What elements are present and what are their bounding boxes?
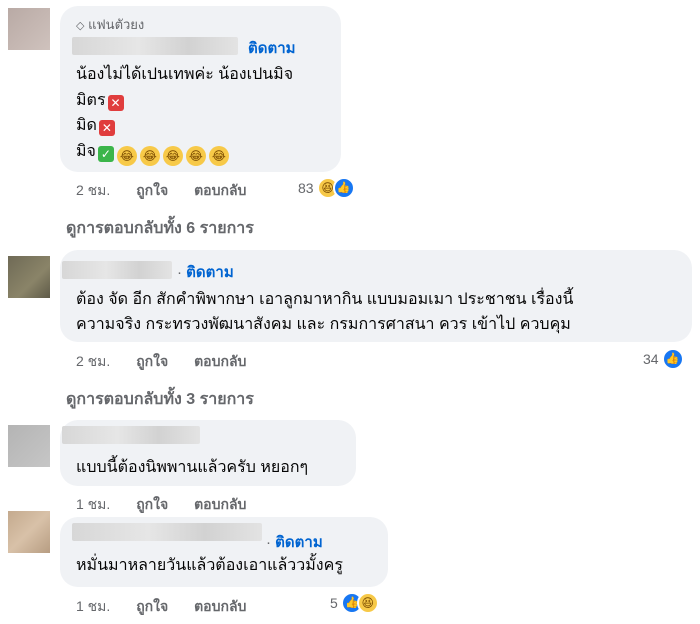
cross-mark-icon: ✕ xyxy=(98,120,115,136)
comment-text: ต้อง จัด อีก สักคำพิพากษา เอาลูกมาหากิน … xyxy=(76,291,574,308)
view-replies-link[interactable]: ดูการตอบกลับทั้ง 3 รายการ xyxy=(66,387,254,412)
timestamp[interactable]: 1 ชม. xyxy=(76,596,110,618)
comment-actions: 2 ชม. ถูกใจ ตอบกลับ xyxy=(76,180,268,202)
fan-badge-label: แฟนตัวยง xyxy=(88,17,145,32)
follow-label: ติดตาม xyxy=(186,264,234,281)
view-replies-link[interactable]: ดูการตอบกลับทั้ง 6 รายการ xyxy=(66,216,254,241)
like-reaction-icon: 👍 xyxy=(332,177,355,199)
reaction-count: 83 xyxy=(298,180,314,196)
author-name[interactable] xyxy=(62,261,172,279)
avatar[interactable] xyxy=(8,256,50,298)
reaction-count: 5 xyxy=(330,595,338,611)
author-name[interactable] xyxy=(72,523,262,541)
comment-actions: 1 ชม. ถูกใจ ตอบกลับ xyxy=(76,494,268,516)
like-reaction-icon: 👍 xyxy=(661,348,684,370)
comment-text: ความจริง กระทรวงพัฒนาสังคม และ กรมการศาส… xyxy=(76,316,571,333)
timestamp[interactable]: 2 ชม. xyxy=(76,351,110,373)
follow-button[interactable]: ติดตาม xyxy=(248,40,296,58)
author-name[interactable] xyxy=(72,37,238,55)
reaction-summary[interactable]: 34 👍 xyxy=(643,348,684,370)
check-mark-icon: ✓ xyxy=(97,146,114,162)
comment-word: มิจ xyxy=(76,143,96,160)
comment-text: หมั่นมาหลายวันแล้วต้องเอาแล้ววมั้งครู xyxy=(76,557,343,574)
follow-button[interactable]: · ติดตาม xyxy=(266,534,323,552)
diamond-icon: ◇ xyxy=(76,20,85,32)
cross-mark-icon: ✕ xyxy=(107,95,124,111)
timestamp[interactable]: 1 ชม. xyxy=(76,494,110,516)
avatar[interactable] xyxy=(8,511,50,553)
separator-dot: · xyxy=(266,534,271,551)
haha-reaction-icon: 😆 xyxy=(356,592,379,614)
rofl-emoji-icon: 😂 xyxy=(208,146,229,166)
author-name[interactable] xyxy=(62,426,200,444)
comment-text-line: มิด ✕ xyxy=(76,116,115,136)
comment-text: น้องไม่ได้เปนเทพค่ะ น้องเปนมิจ xyxy=(76,66,294,83)
reply-button[interactable]: ตอบกลับ xyxy=(194,351,246,373)
follow-label: ติดตาม xyxy=(275,534,323,551)
comment-word: มิตร xyxy=(76,92,106,109)
avatar[interactable] xyxy=(8,8,50,50)
rofl-emoji-icon: 😂 xyxy=(162,146,183,166)
comment-text: แบบนี้ต้องนิพพานแล้วครับ หยอกๆ xyxy=(76,459,309,476)
timestamp[interactable]: 2 ชม. xyxy=(76,180,110,202)
rofl-emoji-icon: 😂 xyxy=(185,146,206,166)
reaction-summary[interactable]: 5 👍 😆 xyxy=(330,592,379,614)
comment-actions: 1 ชม. ถูกใจ ตอบกลับ xyxy=(76,596,268,618)
like-button[interactable]: ถูกใจ xyxy=(136,494,168,516)
reply-button[interactable]: ตอบกลับ xyxy=(194,596,246,618)
like-button[interactable]: ถูกใจ xyxy=(136,180,168,202)
like-button[interactable]: ถูกใจ xyxy=(136,596,168,618)
comment-text-line: มิตร ✕ xyxy=(76,91,124,111)
comment-actions: 2 ชม. ถูกใจ ตอบกลับ xyxy=(76,351,268,373)
comment-text-line: มิจ ✓ 😂 😂 😂 😂 😂 xyxy=(76,142,229,166)
separator-dot: · xyxy=(177,264,182,281)
reaction-count: 34 xyxy=(643,351,659,367)
like-button[interactable]: ถูกใจ xyxy=(136,351,168,373)
comment-word: มิด xyxy=(76,117,97,134)
rofl-emoji-icon: 😂 xyxy=(116,146,137,166)
fan-badge: ◇ แฟนตัวยง xyxy=(76,14,144,35)
rofl-emoji-icon: 😂 xyxy=(139,146,160,166)
avatar[interactable] xyxy=(8,425,50,467)
reaction-summary[interactable]: 83 😆 👍 xyxy=(298,177,355,199)
follow-button[interactable]: · ติดตาม xyxy=(177,264,234,282)
reply-button[interactable]: ตอบกลับ xyxy=(194,494,246,516)
reply-button[interactable]: ตอบกลับ xyxy=(194,180,246,202)
